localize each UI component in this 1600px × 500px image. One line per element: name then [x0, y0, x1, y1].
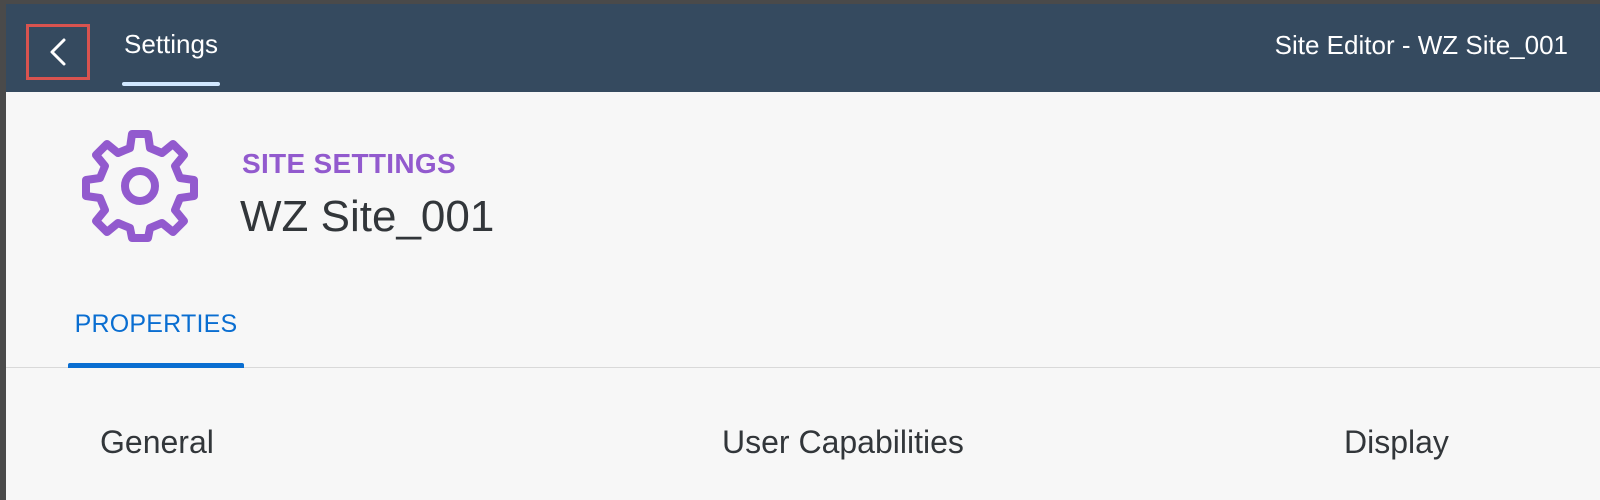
tab-properties[interactable]: PROPERTIES	[68, 278, 244, 368]
tab-settings-label: Settings	[124, 28, 218, 59]
back-button[interactable]	[26, 24, 90, 80]
app-window: Settings Site Editor - WZ Site_001 SITE …	[0, 0, 1600, 500]
gear-icon	[82, 130, 198, 246]
tab-bar: PROPERTIES	[6, 278, 1600, 368]
tab-properties-label: PROPERTIES	[74, 310, 238, 338]
tab-selected-indicator	[122, 82, 220, 86]
shell-bar: Settings Site Editor - WZ Site_001	[6, 4, 1600, 92]
section-headings: General User Capabilities Display	[6, 368, 1600, 500]
section-general-heading[interactable]: General	[100, 424, 214, 461]
section-display-heading[interactable]: Display	[1344, 424, 1449, 461]
page-title: WZ Site_001	[240, 192, 495, 241]
section-user-capabilities-heading[interactable]: User Capabilities	[722, 424, 964, 461]
tab-settings[interactable]: Settings	[122, 4, 220, 92]
object-subtitle: SITE SETTINGS	[242, 148, 456, 179]
window-title: Site Editor - WZ Site_001	[1274, 29, 1568, 60]
chevron-left-icon	[47, 37, 69, 67]
